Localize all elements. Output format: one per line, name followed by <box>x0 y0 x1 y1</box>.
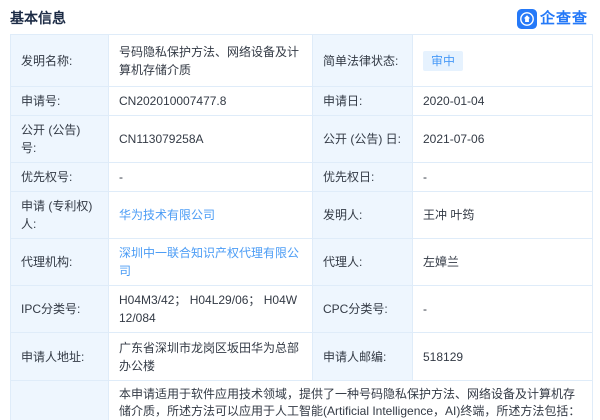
application-date-value: 2020-01-04 <box>413 87 593 116</box>
inventors-label: 发明人: <box>313 192 413 239</box>
table-row-priority: 优先权号: - 优先权日: - <box>11 163 593 192</box>
table-row-application-no: 申请号: CN202010007477.8 申请日: 2020-01-04 <box>11 87 593 116</box>
qichacha-logo-icon <box>517 9 537 29</box>
publication-no-value: CN113079258A <box>109 116 313 163</box>
invention-name-label: 发明名称: <box>11 35 109 87</box>
legal-status-cell: 审中 <box>413 35 593 87</box>
topbar: 基本信息 企查查 <box>0 0 600 34</box>
agent-label: 代理人: <box>313 239 413 286</box>
applicant-cell: 华为技术有限公司 <box>109 192 313 239</box>
cpc-value: - <box>413 286 593 333</box>
publication-date-value: 2021-07-06 <box>413 116 593 163</box>
table-row-invention-name: 发明名称: 号码隐私保护方法、网络设备及计算机存储介质 简单法律状态: 审中 <box>11 35 593 87</box>
table-row-abstract: 摘要: 本申请适用于软件应用技术领域，提供了一种号码隐私保护方法、网络设备及计算… <box>11 381 593 420</box>
inventors-value: 王冲 叶筠 <box>413 192 593 239</box>
application-no-value: CN202010007477.8 <box>109 87 313 116</box>
agent-value: 左嫜兰 <box>413 239 593 286</box>
ipc-label: IPC分类号: <box>11 286 109 333</box>
publication-date-label: 公开 (公告) 日: <box>313 116 413 163</box>
abstract-label: 摘要: <box>11 381 109 420</box>
ipc-value: H04M3/42； H04L29/06； H04W12/084 <box>109 286 313 333</box>
abstract-value: 本申请适用于软件应用技术领域，提供了一种号码隐私保护方法、网络设备及计算机存储介… <box>109 381 593 420</box>
application-date-label: 申请日: <box>313 87 413 116</box>
address-value: 广东省深圳市龙岗区坂田华为总部办公楼 <box>109 333 313 381</box>
basic-info-table: 发明名称: 号码隐私保护方法、网络设备及计算机存储介质 简单法律状态: 审中 申… <box>10 34 593 420</box>
invention-name-value: 号码隐私保护方法、网络设备及计算机存储介质 <box>109 35 313 87</box>
priority-no-label: 优先权号: <box>11 163 109 192</box>
table-row-classification: IPC分类号: H04M3/42； H04L29/06； H04W12/084 … <box>11 286 593 333</box>
table-row-applicant: 申请 (专利权) 人: 华为技术有限公司 发明人: 王冲 叶筠 <box>11 192 593 239</box>
agency-link[interactable]: 深圳中一联合知识产权代理有限公司 <box>119 246 299 278</box>
agency-cell: 深圳中一联合知识产权代理有限公司 <box>109 239 313 286</box>
qichacha-brand: 企查查 <box>517 9 590 29</box>
legal-status-label: 简单法律状态: <box>313 35 413 87</box>
address-label: 申请人地址: <box>11 333 109 381</box>
status-badge: 审中 <box>423 51 463 71</box>
zip-value: 518129 <box>413 333 593 381</box>
applicant-link[interactable]: 华为技术有限公司 <box>119 208 215 222</box>
publication-no-label: 公开 (公告) 号: <box>11 116 109 163</box>
agency-label: 代理机构: <box>11 239 109 286</box>
priority-date-label: 优先权日: <box>313 163 413 192</box>
priority-date-value: - <box>413 163 593 192</box>
table-row-address: 申请人地址: 广东省深圳市龙岗区坂田华为总部办公楼 申请人邮编: 518129 <box>11 333 593 381</box>
patent-basic-info-page: 基本信息 企查查 发明名称: 号码隐私保护方法、网络设备及计算机存储介质 简单法… <box>0 0 600 420</box>
cpc-label: CPC分类号: <box>313 286 413 333</box>
applicant-label: 申请 (专利权) 人: <box>11 192 109 239</box>
table-row-publication-no: 公开 (公告) 号: CN113079258A 公开 (公告) 日: 2021-… <box>11 116 593 163</box>
brand-name: 企查查 <box>540 9 588 29</box>
table-row-agency: 代理机构: 深圳中一联合知识产权代理有限公司 代理人: 左嫜兰 <box>11 239 593 286</box>
section-title: 基本信息 <box>10 9 66 27</box>
application-no-label: 申请号: <box>11 87 109 116</box>
priority-no-value: - <box>109 163 313 192</box>
zip-label: 申请人邮编: <box>313 333 413 381</box>
